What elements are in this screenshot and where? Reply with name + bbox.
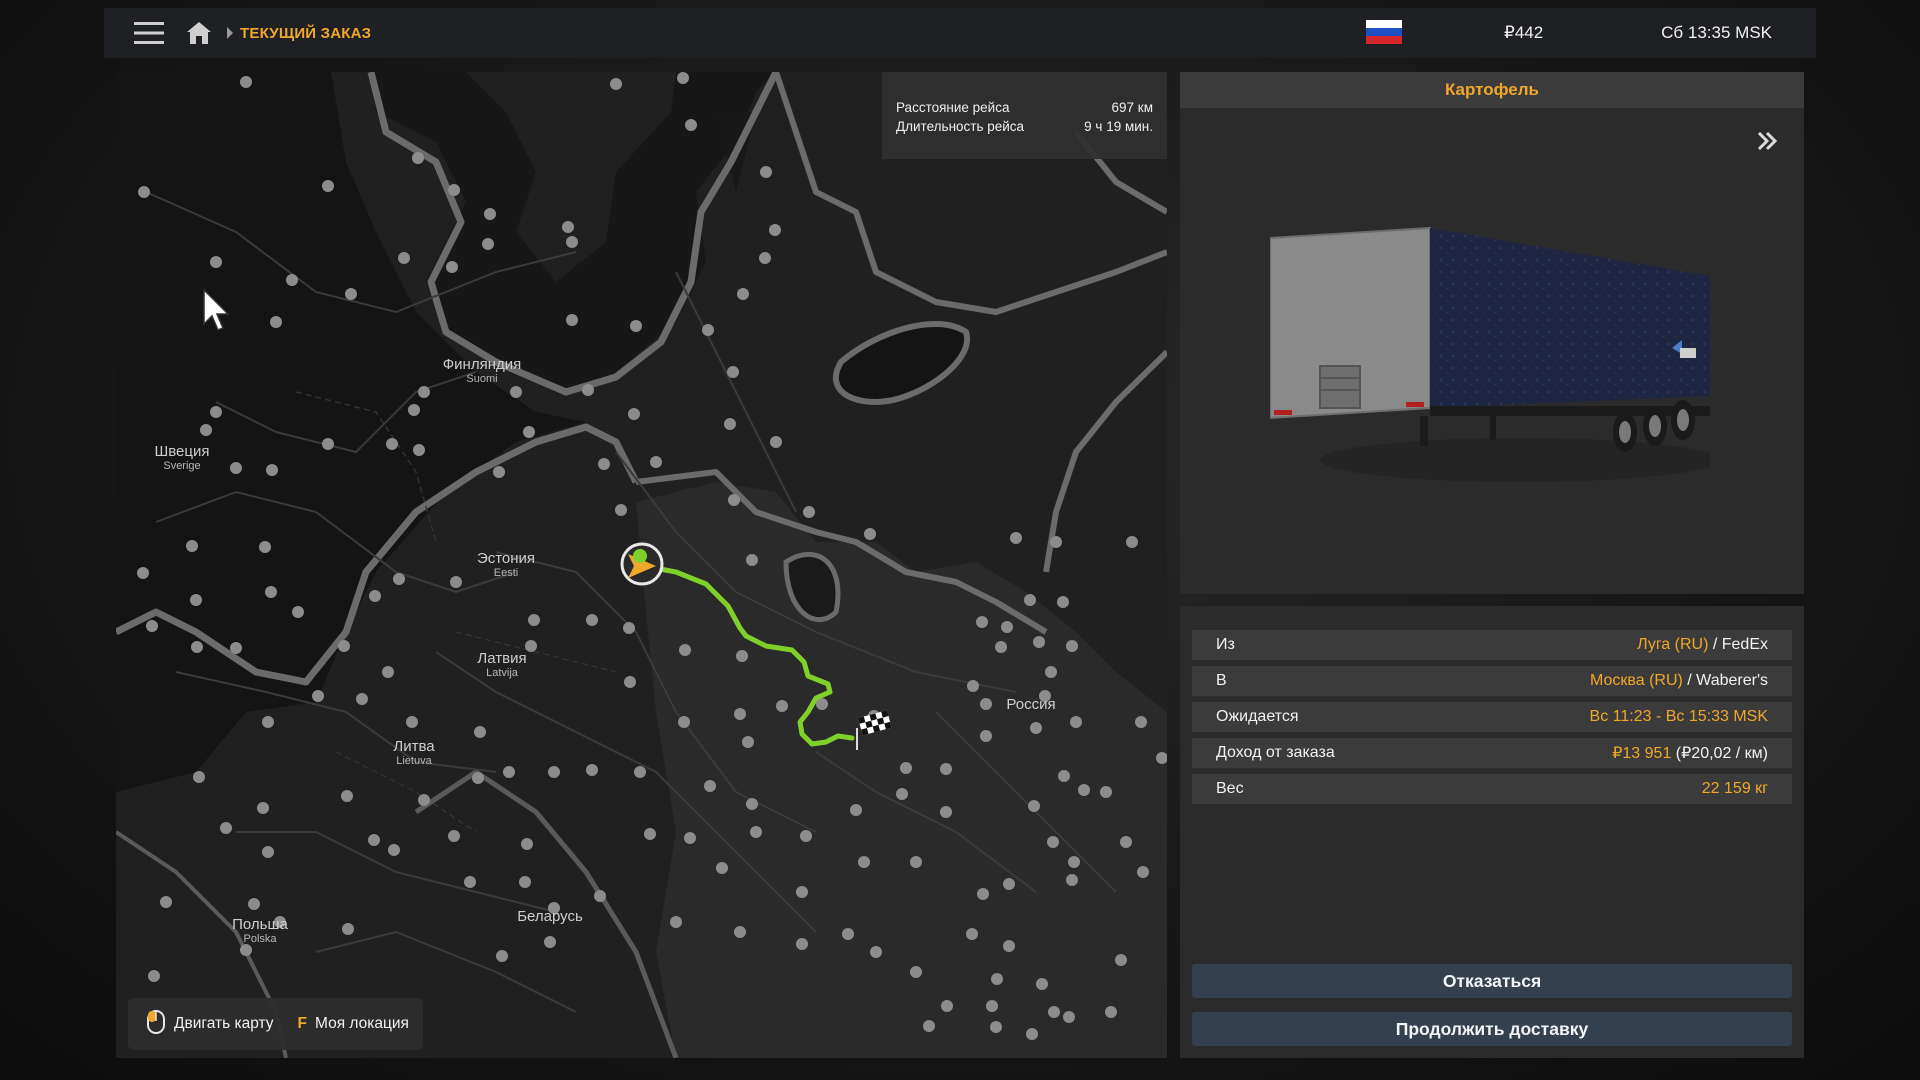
map-label-name: Эстония [476, 550, 536, 567]
map-label-estonia: Эстония Eesti [477, 550, 535, 579]
trip-info-panel: Расстояние рейса 697 км Длительность рей… [882, 72, 1167, 159]
map-label-sweden: Швеция Sverige [155, 443, 210, 472]
expected-value: Вс 11:23 - Вс 15:33 MSK [1589, 708, 1768, 725]
breadcrumb: ТЕКУЩИЙ ЗАКАЗ [240, 24, 372, 42]
detail-row-weight: Вес 22 159 кг [1192, 774, 1792, 804]
detail-row-income: Доход от заказа ₽13 951 (₽20,02 / км) [1192, 738, 1792, 768]
key-hint: F [297, 1015, 307, 1032]
income-value: ₽13 951 (₽20,02 / км) [1612, 743, 1768, 763]
my-location-label[interactable]: Моя локация [315, 1015, 409, 1033]
chevron-right-icon [226, 8, 236, 58]
to-company: / Waberer's [1682, 672, 1768, 689]
map-label-name: Финляндия [442, 356, 522, 373]
to-value: Москва (RU) / Waberer's [1590, 672, 1768, 690]
map-label-name: Польша [232, 916, 288, 933]
decline-button[interactable]: Отказаться [1192, 964, 1792, 998]
route-map[interactable]: Расстояние рейса 697 км Длительность рей… [116, 72, 1167, 1058]
to-label: В [1216, 672, 1227, 689]
weight-value: 22 159 кг [1701, 780, 1768, 797]
mouse-pointer-icon [202, 288, 230, 337]
from-company: / FedEx [1708, 636, 1768, 653]
map-label-sub: Lietuva [396, 755, 432, 767]
map-label-name: Россия [1006, 696, 1056, 713]
trip-duration-value: 9 ч 19 мин. [1084, 119, 1153, 134]
order-details-panel: Из Луга (RU) / FedEx В Москва (RU) / Wab… [1180, 606, 1804, 1058]
income-label: Доход от заказа [1216, 744, 1335, 761]
expected-label: Ожидается [1216, 708, 1299, 725]
cargo-title: Картофель [1180, 72, 1804, 108]
map-label-russia: Россия [1006, 696, 1055, 713]
from-value: Луга (RU) / FedEx [1637, 636, 1768, 654]
trip-distance-value: 697 км [1111, 100, 1153, 115]
map-label-name: Беларусь [517, 908, 583, 925]
trip-distance-label: Расстояние рейса [896, 100, 1010, 115]
home-icon[interactable] [178, 8, 220, 58]
mouse-icon [146, 1009, 166, 1040]
map-label-name: Латвия [477, 650, 527, 667]
to-city: Москва (RU) [1590, 672, 1683, 689]
menu-icon[interactable] [120, 8, 178, 58]
game-clock: Сб 13:35 MSK [1661, 23, 1772, 42]
continue-delivery-button[interactable]: Продолжить доставку [1192, 1012, 1792, 1046]
income-amount: ₽13 951 [1612, 745, 1672, 762]
detail-row-from: Из Луга (RU) / FedEx [1192, 630, 1792, 660]
trip-distance-row: Расстояние рейса 697 км [896, 98, 1153, 117]
map-terrain [116, 72, 1167, 1058]
map-label-name: Швеция [154, 443, 210, 460]
trailer-image [1269, 220, 1720, 495]
cargo-panel: Картофель [1180, 72, 1804, 594]
map-label-sub: Suomi [466, 373, 498, 385]
russia-flag-icon [1366, 20, 1402, 44]
map-label-belarus: Беларусь [517, 908, 583, 925]
map-label-name: Литва [393, 738, 435, 755]
map-label-sub: Sverige [163, 460, 201, 472]
trip-duration-label: Длительность рейса [896, 119, 1025, 134]
current-position-icon [620, 542, 664, 586]
move-map-label: Двигать карту [174, 1015, 274, 1032]
map-label-sub: Polska [243, 933, 277, 945]
map-label-latvia: Латвия Latvija [477, 650, 526, 679]
income-rate: (₽20,02 / км) [1671, 745, 1768, 762]
detail-row-expected: Ожидается Вс 11:23 - Вс 15:33 MSK [1192, 702, 1792, 732]
map-label-lithuania: Литва Lietuva [393, 738, 434, 767]
map-label-sub: Latvija [486, 667, 518, 679]
from-city: Луга (RU) [1637, 636, 1709, 653]
from-label: Из [1216, 636, 1235, 653]
trip-duration-row: Длительность рейса 9 ч 19 мин. [896, 117, 1153, 136]
balance: ₽442 [1504, 23, 1544, 42]
weight-label: Вес [1216, 780, 1244, 797]
map-label-poland: Польша Polska [232, 916, 288, 945]
fast-forward-icon[interactable] [1756, 130, 1778, 157]
map-label-finland: Финляндия Suomi [443, 356, 521, 385]
map-label-sub: Eesti [493, 567, 519, 579]
top-bar: ТЕКУЩИЙ ЗАКАЗ ₽442 Сб 13:35 MSK [104, 8, 1816, 58]
detail-row-to: В Москва (RU) / Waberer's [1192, 666, 1792, 696]
map-controls-hint: Двигать карту F Моя локация [128, 998, 423, 1050]
